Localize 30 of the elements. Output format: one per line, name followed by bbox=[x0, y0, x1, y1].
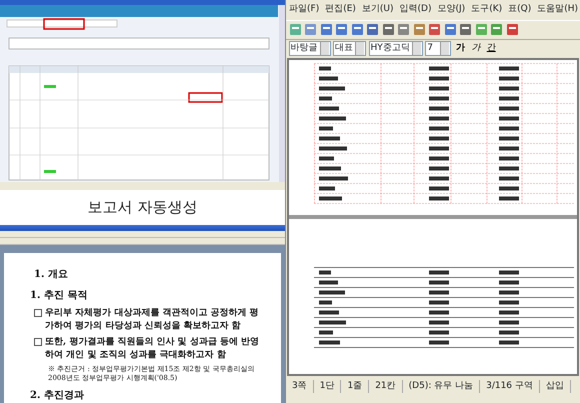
status-field: 3쪽 bbox=[286, 380, 314, 394]
style-dropdown[interactable]: 바탕글 bbox=[288, 41, 330, 56]
checkbox-bullet-icon bbox=[34, 309, 42, 317]
status-field: 1줄 bbox=[341, 380, 370, 394]
menu-item[interactable]: 입력(D) bbox=[396, 0, 434, 20]
section-heading: 1. 추진 목적 bbox=[30, 289, 88, 303]
status-field: 1단 bbox=[314, 380, 342, 394]
menu-item[interactable]: 보기(U) bbox=[358, 0, 397, 20]
font-size-dropdown[interactable]: 7 bbox=[425, 41, 452, 56]
section-heading: 1. 개요 bbox=[34, 268, 69, 282]
menu-item[interactable]: 편집(E) bbox=[322, 0, 359, 20]
paragraph: 우리부 자체평가 대상과제를 객관적이고 공정하게 평가하여 평가의 타당성과 신뢰성을 확보하고자 함 bbox=[45, 307, 260, 334]
underline-button[interactable]: 간 bbox=[484, 42, 498, 56]
font-group-dropdown[interactable]: 대표 bbox=[333, 41, 366, 56]
status-field: 삽입 bbox=[540, 380, 571, 394]
checkbox-bullet-icon bbox=[34, 338, 42, 346]
menu-item[interactable]: 파일(F) bbox=[286, 0, 322, 20]
status-field: (D5): 유무 나눔 bbox=[402, 380, 480, 394]
italic-button[interactable]: 가 bbox=[469, 42, 482, 56]
status-field: 3/116 구역 bbox=[480, 380, 540, 394]
menu-item[interactable]: 도구(K) bbox=[468, 0, 506, 20]
menu-item[interactable]: 모양(J) bbox=[434, 0, 468, 20]
paragraph: 또한, 평가결과를 직원들의 인사 및 성과급 등에 반영하여 개인 및 조직의 성과를 극대화하고자 함 bbox=[45, 336, 260, 362]
menu-item[interactable]: 표(Q) bbox=[505, 0, 534, 20]
caption: 보고서 자동생성 bbox=[86, 197, 198, 218]
menu-item[interactable]: 도움말(H) bbox=[534, 0, 580, 20]
section-heading: 2. 추진경과 bbox=[30, 389, 85, 403]
status-field: 21칸 bbox=[369, 380, 403, 394]
font-dropdown[interactable]: HY중고딕 bbox=[368, 41, 423, 56]
bold-button[interactable]: 가 bbox=[454, 42, 467, 56]
